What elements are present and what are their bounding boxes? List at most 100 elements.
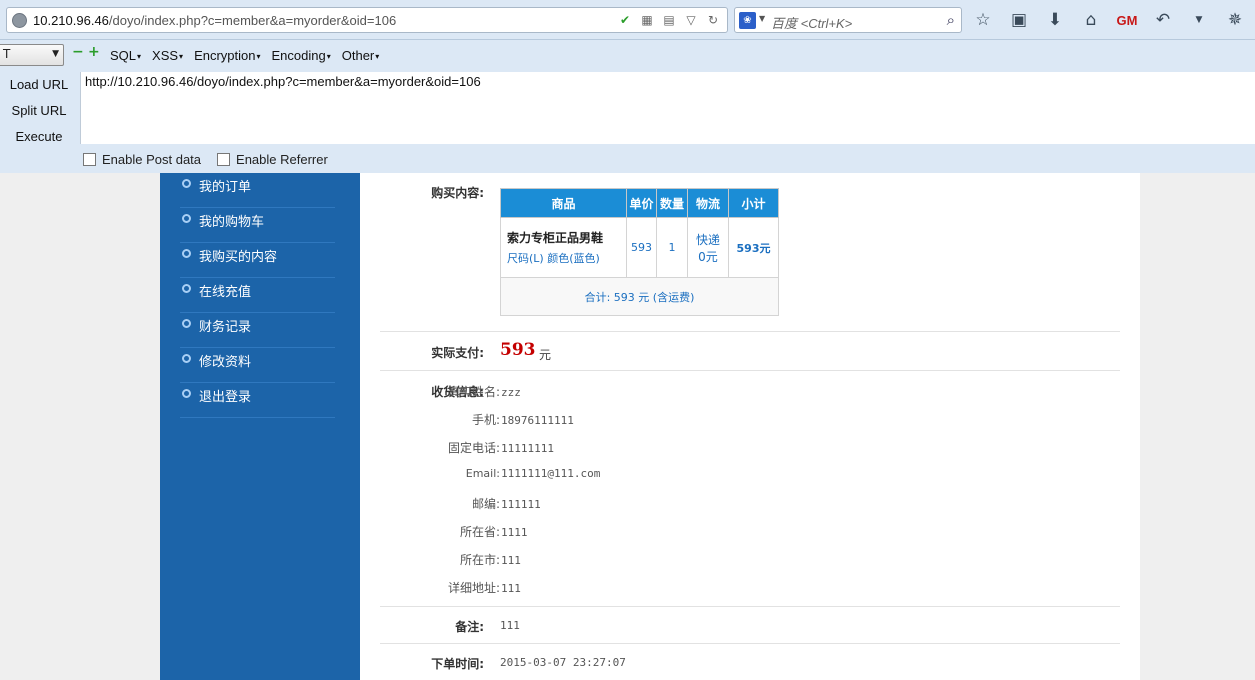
order-time-label: 下单时间: [431, 657, 484, 671]
address-text[interactable]: 10.210.96.46/doyo/index.php?c=member&a=m… [33, 13, 396, 28]
shipping-fee: 0元 [698, 249, 718, 264]
receiver-address-key: 详细地址: [447, 581, 500, 595]
receiver-address: 详细地址:111 [418, 579, 818, 597]
undo-icon[interactable]: ↶ [1152, 9, 1174, 31]
bookmark-star-icon[interactable]: ☆ [972, 9, 994, 31]
divider [380, 606, 1120, 607]
divider [380, 643, 1120, 644]
bullet-icon [182, 179, 191, 188]
sidebar-item-label: 我的订单 [199, 180, 252, 195]
receiver-email-value: 1111111@111.com [501, 467, 601, 480]
qr-code-icon[interactable]: ▦ [639, 12, 655, 28]
menu-encoding[interactable]: Encoding▾ [272, 48, 331, 63]
sidebar-item-label: 在线充值 [199, 285, 252, 300]
receiver-zip: 邮编:111111 [418, 495, 818, 513]
hackbar-actions: Load URL Split URL Execute [0, 72, 78, 150]
increase-icon[interactable]: + [88, 45, 100, 59]
receiver-mobile-value: 18976111111 [501, 414, 574, 427]
toolbar-icons: ☆ ▣ ⬇ ⌂ GM ↶ ▼ ✵ [972, 9, 1246, 31]
receiver-phone-value: 11111111 [501, 442, 554, 455]
home-icon[interactable]: ⌂ [1080, 9, 1102, 31]
note-value: 111 [500, 619, 520, 632]
sidebar-item-profile[interactable]: 修改资料 [180, 348, 335, 383]
receiver-zip-key: 邮编: [471, 497, 500, 511]
site-identity-icon[interactable] [12, 13, 27, 28]
menu-arrow-icon: ▾ [326, 52, 331, 61]
menu-other-label: Other [341, 48, 375, 63]
menu-xss[interactable]: XSS▾ [152, 48, 183, 63]
enable-post-checkbox[interactable]: Enable Post data [83, 152, 201, 167]
header-product: 商品 [500, 188, 627, 218]
hackbar-options: Enable Post data Enable Referrer [83, 152, 328, 167]
unit-price: 593 [626, 217, 657, 278]
search-box[interactable]: ❀ ▼ 百度 <Ctrl+K> ⌕ [734, 7, 962, 33]
header-price: 单价 [626, 188, 657, 218]
reading-list-icon[interactable]: ▣ [1008, 9, 1030, 31]
url-host: 10.210.96.46 [33, 13, 109, 28]
greasemonkey-icon[interactable]: GM [1116, 9, 1138, 31]
hackbar-url-input[interactable]: http://10.210.96.46/doyo/index.php?c=mem… [80, 72, 1255, 144]
receiver-name-key: 真实姓名: [447, 385, 500, 399]
printer-icon[interactable]: ▤ [661, 12, 677, 28]
menu-arrow-icon: ▾ [137, 52, 142, 61]
menu-caret-icon[interactable]: ▼ [1188, 9, 1210, 31]
order-detail: 购买内容: 商品 单价 数量 物流 小计 索力专柜正品男鞋 尺码(L) 颜色(蓝… [380, 173, 1120, 680]
receiver-mobile: 手机:18976111111 [418, 411, 818, 429]
menu-sql[interactable]: SQL▾ [110, 48, 141, 63]
sidebar-item-label: 退出登录 [199, 390, 252, 405]
split-url-button[interactable]: Split URL [0, 98, 78, 124]
enable-referrer-checkbox[interactable]: Enable Referrer [217, 152, 328, 167]
paid-unit: 元 [539, 348, 552, 362]
product-name[interactable]: 索力专柜正品男鞋 [507, 229, 620, 246]
download-icon[interactable]: ⬇ [1044, 9, 1066, 31]
receiver-city-value: 111 [501, 554, 521, 567]
member-sidebar: 我的订单 我的购物车 我购买的内容 在线充值 财务记录 修改资料 退出登录 [160, 173, 360, 680]
hackbar-panel: T ▼ − + SQL▾ XSS▾ Encryption▾ Encoding▾ … [0, 40, 1255, 173]
receiver-phone-key: 固定电话: [447, 441, 500, 455]
shipping-cell: 快递 0元 [687, 217, 729, 278]
bullet-icon [182, 389, 191, 398]
receiver-zip-value: 111111 [501, 498, 541, 511]
receiver-mobile-key: 手机: [471, 413, 500, 427]
order-time-value: 2015-03-07 23:27:07 [500, 656, 626, 669]
header-subtotal: 小计 [728, 188, 779, 218]
dropdown-arrow-icon[interactable]: ▽ [683, 12, 699, 28]
sidebar-item-label: 我购买的内容 [199, 250, 278, 265]
sidebar-item-recharge[interactable]: 在线充值 [180, 278, 335, 313]
menu-other[interactable]: Other▾ [342, 48, 380, 63]
checkbox-box[interactable] [217, 153, 231, 166]
execute-button[interactable]: Execute [0, 124, 78, 150]
reload-icon[interactable]: ↻ [705, 12, 721, 28]
address-bar[interactable]: 10.210.96.46/doyo/index.php?c=member&a=m… [6, 7, 728, 33]
firebug-icon[interactable]: ✵ [1224, 9, 1246, 31]
sidebar-item-purchased[interactable]: 我购买的内容 [180, 243, 335, 278]
hackbar-select[interactable]: T ▼ [0, 44, 64, 66]
sidebar-item-logout[interactable]: 退出登录 [180, 383, 335, 418]
sidebar-item-finance[interactable]: 财务记录 [180, 313, 335, 348]
paid-amount: 593 [500, 340, 536, 360]
checkbox-box[interactable] [83, 153, 96, 166]
address-bar-icons: ✔ ▦ ▤ ▽ ↻ [617, 12, 721, 28]
header-shipping: 物流 [687, 188, 729, 218]
shield-icon[interactable]: ✔ [617, 12, 633, 28]
decrease-icon[interactable]: − [72, 45, 84, 59]
search-engine-icon[interactable]: ❀ [739, 12, 756, 29]
menu-encryption-label: Encryption [194, 48, 256, 63]
search-engine-caret-icon[interactable]: ▼ [759, 14, 765, 23]
menu-encryption[interactable]: Encryption▾ [194, 48, 260, 63]
hackbar-menu: T ▼ − + SQL▾ XSS▾ Encryption▾ Encoding▾ … [0, 42, 1255, 68]
bullet-icon [182, 319, 191, 328]
order-items-table: 商品 单价 数量 物流 小计 索力专柜正品男鞋 尺码(L) 颜色(蓝色) 593… [500, 188, 779, 316]
sidebar-item-my-orders[interactable]: 我的订单 [180, 173, 335, 208]
magnifier-icon[interactable]: ⌕ [947, 11, 955, 29]
enable-referrer-label: Enable Referrer [236, 152, 328, 167]
receiver-province: 所在省:1111 [418, 523, 818, 541]
shipping-method: 快递 [695, 232, 720, 247]
load-url-button[interactable]: Load URL [0, 72, 78, 98]
table-row: 索力专柜正品男鞋 尺码(L) 颜色(蓝色) 593 1 快递 0元 593元 [500, 217, 779, 278]
receiver-address-value: 111 [501, 582, 521, 595]
subtotal: 593元 [728, 217, 779, 278]
sidebar-item-cart[interactable]: 我的购物车 [180, 208, 335, 243]
receiver-email: Email:1111111@111.com [418, 467, 818, 485]
bullet-icon [182, 284, 191, 293]
